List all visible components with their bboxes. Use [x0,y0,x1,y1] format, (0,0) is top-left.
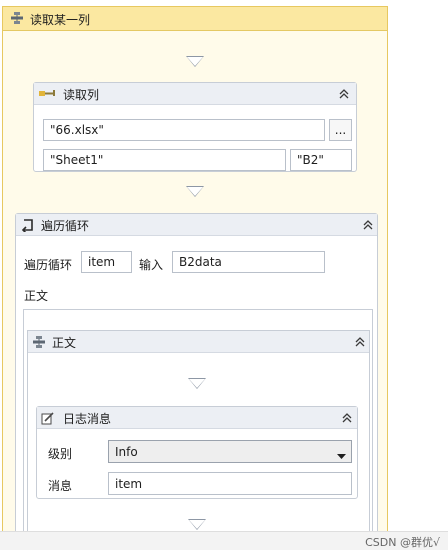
body-title: 正文 [52,336,77,350]
flow-arrow [186,56,204,67]
excel-read-column-icon [39,87,57,102]
sheet-name-input[interactable]: "Sheet1" [43,149,286,171]
body-label: 正文 [24,289,49,303]
body-header[interactable]: 正文 [28,331,369,353]
start-cell-input[interactable]: "B2" [290,149,352,171]
flow-arrow [188,378,206,389]
sequence-read-column-container[interactable]: 读取某一列 读取列 "66.xlsx" ... "Sheet1" "B2" 遍历… [2,6,388,545]
sequence-title: 读取某一列 [30,13,91,27]
collection-input[interactable]: B2data [172,251,325,273]
level-dropdown[interactable]: Info [108,440,352,463]
collapse-icon[interactable] [340,411,354,425]
flow-arrow [186,186,204,197]
level-label: 级别 [48,447,73,461]
log-message-header[interactable]: 日志消息 [37,407,357,429]
browse-button[interactable]: ... [329,119,352,141]
sequence-icon [10,11,24,28]
log-message-title: 日志消息 [63,412,112,426]
body-sequence[interactable]: 正文 日志消息 级别 Info 消息 item [27,330,370,545]
collapse-icon[interactable] [353,335,367,349]
for-each-title: 遍历循环 [41,219,90,233]
collapse-icon[interactable] [337,87,351,101]
loop-icon [20,218,34,235]
input-label: 输入 [139,258,164,272]
log-message-activity[interactable]: 日志消息 级别 Info 消息 item [36,406,358,499]
item-variable-input[interactable]: item [81,251,132,273]
read-column-title: 读取列 [63,88,100,102]
for-each-header[interactable]: 遍历循环 [16,214,377,236]
collapse-icon[interactable] [361,218,375,232]
message-input[interactable]: item [108,472,352,495]
file-path-input[interactable]: "66.xlsx" [43,119,325,141]
chevron-down-icon [337,449,346,462]
read-column-activity[interactable]: 读取列 "66.xlsx" ... "Sheet1" "B2" [33,82,357,172]
level-value: Info [115,444,138,459]
log-message-icon [41,411,55,428]
read-column-header[interactable]: 读取列 [34,83,356,105]
flow-arrow [188,519,206,530]
sequence-icon [32,335,46,352]
message-label: 消息 [48,479,73,493]
watermark-text: CSDN @群优√ [365,536,440,549]
status-bar: CSDN @群优√ [0,531,448,550]
sequence-header[interactable]: 读取某一列 [3,7,387,31]
loop-label: 遍历循环 [24,258,73,272]
body-region[interactable]: 正文 日志消息 级别 Info 消息 item [23,309,373,545]
for-each-activity[interactable]: 遍历循环 遍历循环 item 输入 B2data 正文 正文 日志消息 级别 I… [15,213,378,545]
